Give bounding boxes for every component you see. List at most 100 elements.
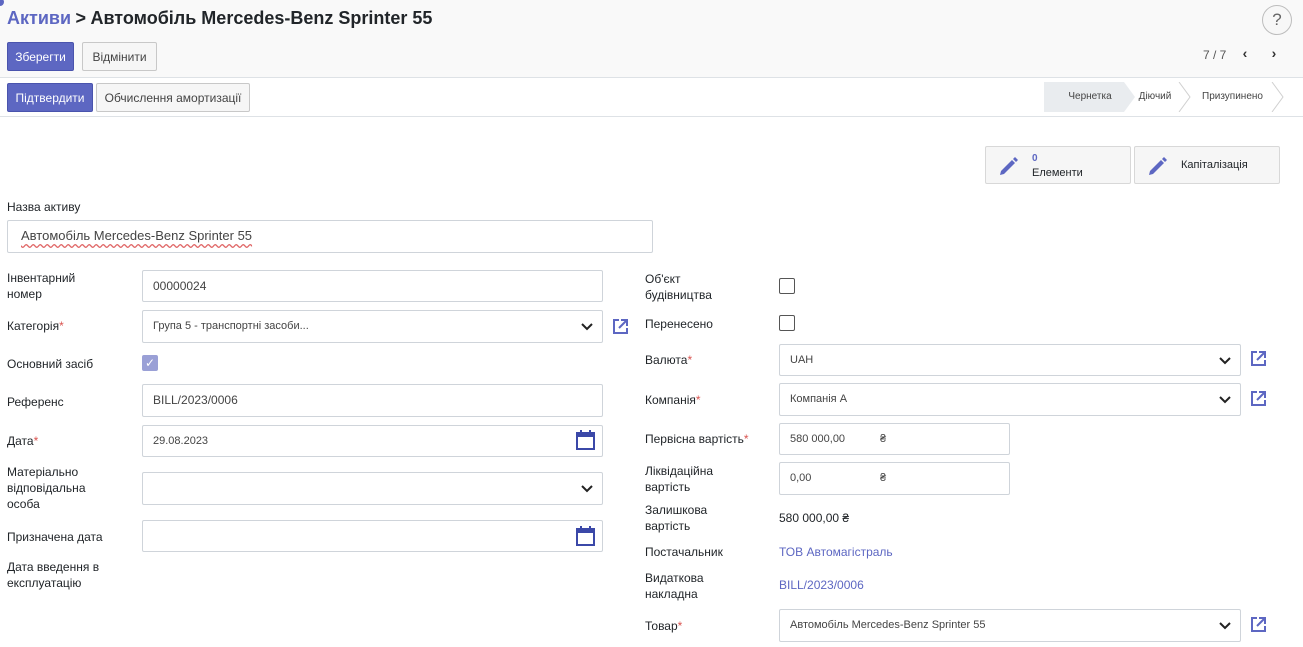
stage-draft[interactable]: Чернетка — [1050, 82, 1130, 112]
construction-object-label-line1: Об'єкт — [645, 272, 681, 286]
salvage-value-label: Ліквідаційна вартість — [645, 463, 713, 495]
responsible-person-label-line3: особа — [7, 497, 40, 511]
vendor-label: Постачальник — [645, 545, 723, 559]
external-link-icon[interactable] — [612, 318, 629, 335]
residual-value-label-line1: Залишкова — [645, 503, 708, 517]
date-label-text: Дата — [7, 434, 34, 448]
currency-value: UAH — [790, 354, 814, 366]
date-input[interactable]: 29.08.2023 — [142, 425, 603, 457]
initial-value-label-text: Первісна вартість — [645, 432, 744, 446]
reference-label: Референс — [7, 395, 64, 409]
assigned-date-input[interactable] — [142, 520, 603, 552]
asset-name-label: Назва активу — [7, 200, 81, 214]
company-label: Компанія* — [645, 393, 701, 407]
chevron-down-icon[interactable] — [1219, 396, 1231, 404]
company-label-text: Компанія — [645, 393, 696, 407]
currency-label-text: Валюта — [645, 353, 688, 367]
product-label-text: Товар — [645, 619, 678, 633]
inventory-number-input[interactable]: 00000024 — [142, 270, 603, 302]
category-label-text: Категорія — [7, 319, 60, 333]
fixed-asset-label: Основний засіб — [7, 357, 94, 371]
app-indicator — [0, 0, 4, 6]
construction-object-label: Об'єкт будівництва — [645, 271, 712, 303]
external-link-icon[interactable] — [1250, 350, 1267, 367]
chevron-down-icon[interactable] — [581, 485, 593, 493]
initial-value-input[interactable]: 580 000,00 ₴ — [779, 423, 1010, 455]
residual-value-label: Залишкова вартість — [645, 502, 707, 534]
vendor-link[interactable]: ТОВ Автомагістраль — [779, 545, 893, 559]
assigned-date-label: Призначена дата — [7, 530, 103, 544]
initial-value-amount: 580 000,00 — [790, 433, 846, 445]
category-label: Категорія* — [7, 319, 64, 333]
currency-label: Валюта* — [645, 353, 693, 367]
invoice-label-line1: Видаткова — [645, 571, 704, 585]
construction-object-checkbox[interactable] — [779, 278, 795, 294]
stage-divider — [1178, 82, 1191, 112]
invoice-label: Видаткова накладна — [645, 570, 704, 602]
stage-active[interactable]: Діючий — [1130, 82, 1180, 112]
salvage-value-input[interactable]: 0,00 ₴ — [779, 462, 1010, 495]
calendar-icon[interactable] — [576, 526, 595, 546]
chevron-right-icon[interactable]: › — [1265, 43, 1283, 63]
company-select[interactable]: Компанія А — [779, 383, 1241, 416]
currency-symbol: ₴ — [880, 433, 887, 445]
pencil-icon — [1149, 157, 1167, 175]
product-value: Автомобіль Mercedes-Benz Sprinter 55 — [790, 619, 986, 631]
product-label: Товар* — [645, 619, 683, 633]
initial-value-label: Первісна вартість* — [645, 432, 749, 446]
breadcrumb-separator: > — [75, 8, 86, 28]
responsible-person-label-line2: відповідальна — [7, 481, 86, 495]
commission-date-label-line1: Дата введення в — [7, 560, 100, 574]
currency-select[interactable]: UAH — [779, 344, 1241, 376]
product-select[interactable]: Автомобіль Mercedes-Benz Sprinter 55 — [779, 609, 1241, 642]
elements-count: 0 — [1032, 153, 1038, 164]
invoice-link[interactable]: BILL/2023/0006 — [779, 578, 864, 592]
stage-paused[interactable]: Призупинено — [1190, 82, 1275, 112]
salvage-value-label-line1: Ліквідаційна — [645, 464, 714, 478]
breadcrumb: Активи > Автомобіль Mercedes-Benz Sprint… — [7, 8, 432, 29]
transferred-label: Перенесено — [645, 317, 713, 331]
responsible-person-select[interactable] — [142, 472, 603, 505]
responsible-person-label: Матеріально відповідальна особа — [7, 464, 86, 512]
save-button[interactable]: Зберегти — [7, 42, 74, 71]
capitalization-smart-button[interactable]: Капіталізація — [1134, 146, 1280, 184]
calendar-icon[interactable] — [576, 430, 595, 450]
capitalization-label: Капіталізація — [1181, 159, 1248, 171]
compute-depreciation-button[interactable]: Обчислення амортизації — [96, 83, 250, 112]
elements-label: Елементи — [1032, 167, 1083, 179]
pencil-icon — [1000, 157, 1018, 175]
salvage-value-label-line2: вартість — [645, 480, 691, 494]
inventory-number-label-line2: номер — [7, 287, 42, 301]
control-panel: Активи > Автомобіль Mercedes-Benz Sprint… — [0, 0, 1303, 78]
external-link-icon[interactable] — [1250, 616, 1267, 633]
salvage-value-amount: 0,00 — [790, 472, 812, 484]
residual-value: 580 000,00 ₴ — [779, 511, 850, 525]
help-icon[interactable]: ? — [1262, 5, 1292, 35]
chevron-down-icon[interactable] — [1219, 357, 1231, 365]
commission-date-label: Дата введення в експлуатацію — [7, 559, 99, 591]
asset-name-input[interactable]: Автомобіль Mercedes-Benz Sprinter 55 — [7, 220, 653, 253]
discard-button[interactable]: Відмінити — [82, 42, 157, 71]
inventory-number-label-line1: Інвентарний — [7, 271, 76, 285]
pager-value: 7 / 7 — [1203, 48, 1227, 62]
currency-symbol: ₴ — [880, 472, 887, 484]
breadcrumb-root-link[interactable]: Активи — [7, 8, 71, 28]
external-link-icon[interactable] — [1250, 390, 1267, 407]
reference-input[interactable]: BILL/2023/0006 — [142, 384, 603, 417]
fixed-asset-checkbox[interactable]: ✓ — [142, 355, 158, 371]
company-value: Компанія А — [790, 393, 848, 405]
page-title: Автомобіль Mercedes-Benz Sprinter 55 — [90, 8, 433, 28]
category-value: Група 5 - транспортні засоби... — [153, 320, 309, 332]
elements-smart-button[interactable]: 0 Елементи — [985, 146, 1131, 184]
category-select[interactable]: Група 5 - транспортні засоби... — [142, 310, 603, 343]
chevron-down-icon[interactable] — [1219, 622, 1231, 630]
chevron-down-icon[interactable] — [581, 323, 593, 331]
residual-value-label-line2: вартість — [645, 519, 691, 533]
commission-date-label-line2: експлуатацію — [7, 576, 82, 590]
invoice-label-line2: накладна — [645, 587, 698, 601]
responsible-person-label-line1: Матеріально — [7, 465, 79, 479]
transferred-checkbox[interactable] — [779, 315, 795, 331]
chevron-left-icon[interactable]: ‹ — [1236, 43, 1254, 63]
inventory-number-label: Інвентарний номер — [7, 270, 75, 302]
confirm-button[interactable]: Підтвердити — [7, 83, 93, 112]
